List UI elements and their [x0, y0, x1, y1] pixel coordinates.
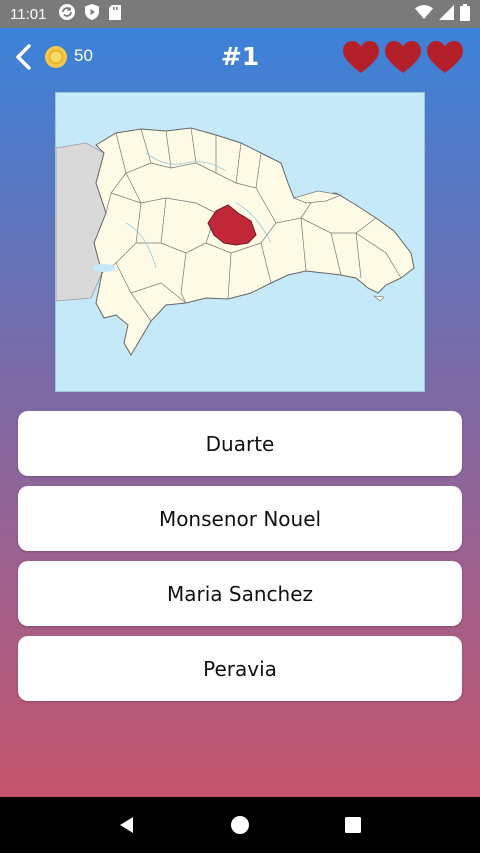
answer-button-2[interactable]: Monsenor Nouel	[18, 486, 462, 551]
quiz-screen: 50 #1 Duarte Monsenor Nouel Maria Sanche…	[0, 28, 480, 797]
status-bar: 11:01	[0, 0, 480, 28]
status-left: 11:01	[10, 3, 122, 25]
nav-back-button[interactable]	[112, 810, 142, 840]
map-image	[56, 93, 424, 391]
cellular-icon	[439, 4, 454, 24]
wifi-icon	[415, 4, 433, 24]
lake	[92, 264, 116, 272]
nav-recents-button[interactable]	[338, 810, 368, 840]
haiti-region	[56, 142, 107, 302]
status-right	[415, 3, 470, 25]
answer-button-3[interactable]: Maria Sanchez	[18, 561, 462, 626]
nav-home-button[interactable]	[225, 810, 255, 840]
status-time: 11:01	[10, 5, 47, 23]
shield-play-icon	[84, 3, 100, 25]
answer-button-4[interactable]: Peravia	[18, 636, 462, 701]
sd-card-icon	[108, 4, 122, 25]
heart-icon	[385, 41, 421, 73]
lives	[342, 40, 464, 74]
sync-icon	[58, 3, 76, 25]
answer-list: Duarte Monsenor Nouel Maria Sanchez Pera…	[18, 411, 462, 711]
home-circle-icon	[230, 816, 249, 834]
back-triangle-icon	[119, 817, 133, 833]
top-bar: 50 #1	[0, 28, 480, 86]
battery-icon	[460, 3, 470, 25]
system-nav-bar	[0, 797, 480, 853]
province-map	[55, 92, 425, 392]
recents-square-icon	[345, 817, 362, 833]
heart-icon	[343, 41, 379, 73]
answer-button-1[interactable]: Duarte	[18, 411, 462, 476]
heart-icon	[427, 41, 463, 73]
